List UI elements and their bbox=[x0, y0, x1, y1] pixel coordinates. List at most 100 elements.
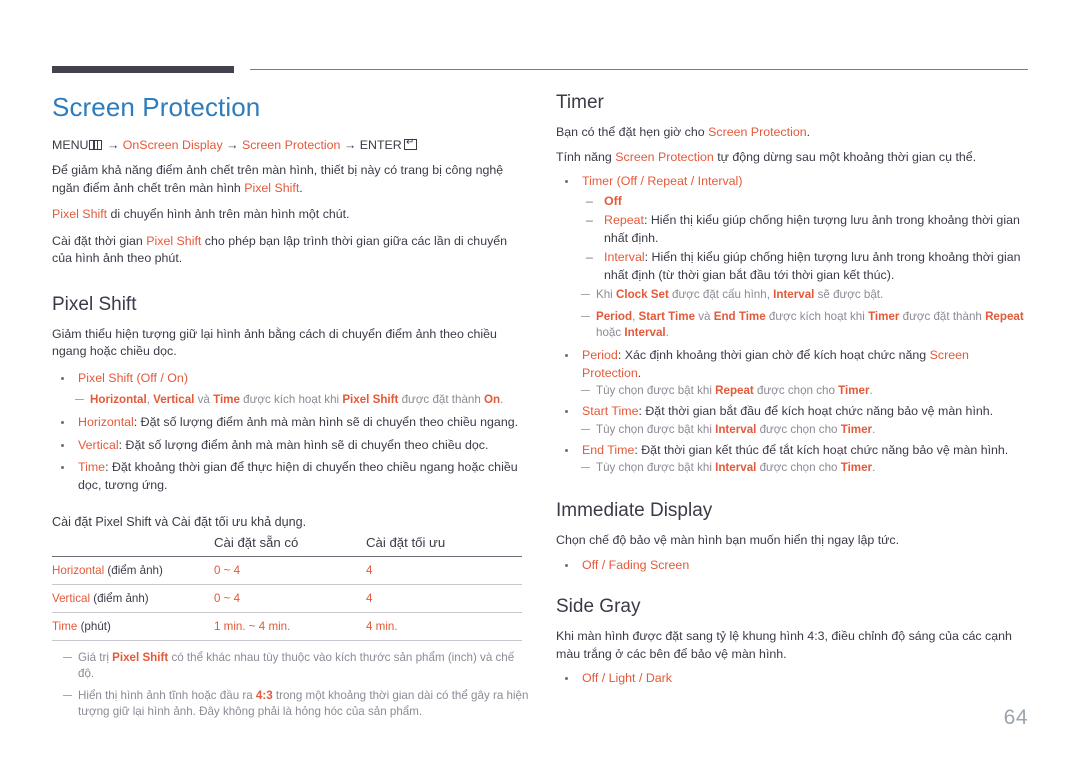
arrow-1: → bbox=[106, 138, 120, 152]
arrow-3: → bbox=[343, 138, 357, 152]
note-text-1: được kích hoạt khi bbox=[239, 393, 343, 406]
note-start-term-interval: Interval bbox=[715, 422, 757, 436]
intro-paragraph-1: Để giảm khả năng điểm ảnh chết trên màn … bbox=[52, 162, 530, 197]
list-item-timer-option: Timer (Off / Repeat / Interval) Off Repe… bbox=[556, 173, 1028, 284]
sub-option-interval-desc: : Hiển thị kiểu giúp chống hiện tượng lư… bbox=[604, 250, 1021, 282]
option-desc-start-time: : Đặt thời gian bắt đầu để kích hoạt chứ… bbox=[638, 404, 994, 418]
side-gray-description: Khi màn hình được đặt sang tỷ lệ khung h… bbox=[556, 629, 1012, 661]
note-period-sep-2: và bbox=[695, 310, 714, 323]
note-clock-term-interval: Interval bbox=[773, 288, 815, 301]
table-cell-name: Vertical (điểm ảnh) bbox=[52, 584, 214, 613]
note-end-a: Tùy chọn được bật khi bbox=[596, 461, 716, 474]
left-column: Screen Protection MENU → OnScreen Displa… bbox=[52, 92, 530, 726]
table-header-row: Cài đặt sẵn có Cài đặt tối ưu bbox=[52, 533, 522, 557]
note-period-term-interval: Interval bbox=[624, 326, 666, 339]
document-page: Screen Protection MENU → OnScreen Displa… bbox=[0, 0, 1080, 763]
pixel-shift-option-list: Pixel Shift (Off / On) bbox=[52, 370, 530, 388]
note-start-c: . bbox=[872, 422, 876, 436]
note-period-text-3: hoặc bbox=[596, 326, 625, 339]
note-clock-c: sẽ được bật. bbox=[814, 288, 884, 301]
note-period2-a: Tùy chọn được bật khi bbox=[596, 384, 716, 397]
note-period-text-2: được đặt thành bbox=[899, 310, 986, 323]
note-period2-b: được chọn cho bbox=[753, 384, 839, 397]
note-period-term-end-time: End Time bbox=[713, 310, 766, 323]
note-sep-2: và bbox=[194, 393, 214, 406]
sub-option-repeat-desc: : Hiển thị kiểu giúp chống hiện tượng lư… bbox=[604, 213, 1020, 245]
note-pixel-shift-activation: Horizontal, Vertical và Time được kích h… bbox=[52, 392, 530, 408]
timer-p2-a: Tính năng bbox=[556, 149, 616, 164]
row-name-vertical: Vertical bbox=[52, 592, 91, 605]
list-item-end-time: End Time: Đặt thời gian kết thúc để tắt … bbox=[556, 442, 1028, 460]
table-cell-available: 0 ~ 4 bbox=[214, 584, 366, 613]
list-item-side-gray-options: Off / Light / Dark bbox=[556, 670, 1028, 688]
note-start-b: được chọn cho bbox=[756, 422, 841, 436]
table-row: Time (phút) 1 min. ~ 4 min. 4 min. bbox=[52, 612, 522, 641]
row-name-time: Time bbox=[52, 620, 78, 633]
note-period-term-start-time: Start Time bbox=[638, 310, 696, 323]
note-text-3: . bbox=[500, 393, 504, 406]
note-clock-b: được đặt cấu hình, bbox=[668, 288, 774, 301]
note-period2-term-repeat: Repeat bbox=[715, 384, 754, 397]
section-heading-immediate-display: Immediate Display bbox=[556, 500, 713, 521]
list-item-time: Time: Đặt khoảng thời gian để thực hiện … bbox=[52, 459, 530, 494]
note-clock-a: Khi bbox=[596, 288, 616, 301]
option-desc-end-time: : Đặt thời gian kết thúc để tắt kích hoạ… bbox=[634, 442, 1009, 457]
sub-option-off: Off bbox=[604, 193, 622, 208]
note-static-highlight: 4:3 bbox=[255, 689, 273, 702]
arrow-2: → bbox=[226, 138, 239, 152]
note-values-a: Giá trị bbox=[78, 651, 113, 664]
intro2-highlight: Pixel Shift bbox=[52, 207, 108, 221]
option-name-pixel-shift: Pixel Shift bbox=[78, 370, 134, 385]
note-term-on: On bbox=[484, 393, 501, 406]
note-period-term-timer: Timer bbox=[868, 310, 900, 323]
timer-paragraph-1: Bạn có thể đặt hẹn giờ cho Screen Protec… bbox=[556, 124, 1028, 142]
side-gray-option-list: Off / Light / Dark bbox=[556, 670, 1028, 688]
section-heading-side-gray: Side Gray bbox=[556, 596, 641, 617]
page-title: Screen Protection bbox=[52, 92, 261, 122]
intro1-text-b: . bbox=[299, 180, 303, 195]
note-period2-term-timer: Timer bbox=[838, 384, 870, 397]
section-heading-pixel-shift: Pixel Shift bbox=[52, 293, 137, 315]
option-name-horizontal: Horizontal bbox=[78, 415, 134, 429]
table-cell-name: Horizontal (điểm ảnh) bbox=[52, 556, 214, 585]
note-term-pixel-shift: Pixel Shift bbox=[342, 393, 399, 406]
note-end-time-enabled: Tùy chọn được bật khi Interval được chọn… bbox=[556, 460, 1028, 476]
list-item-pixel-shift-option: Pixel Shift (Off / On) bbox=[52, 370, 530, 388]
note-period-text-1: được kích hoạt khi bbox=[765, 310, 869, 323]
menu-item-screen-protection[interactable]: Screen Protection bbox=[242, 138, 341, 152]
option-name-vertical: Vertical bbox=[78, 437, 119, 452]
note-end-b: được chọn cho bbox=[756, 461, 841, 474]
timer-p1-highlight: Screen Protection bbox=[708, 125, 807, 139]
table-cell-optimum: 4 bbox=[366, 584, 522, 613]
menu-path: MENU → OnScreen Display → Screen Protect… bbox=[52, 137, 530, 153]
row-name-horizontal: Horizontal bbox=[52, 564, 105, 577]
timer-p2-highlight: Screen Protection bbox=[615, 149, 714, 164]
sub-option-interval: Interval bbox=[604, 250, 645, 264]
table-header-available: Cài đặt sẵn có bbox=[214, 535, 299, 550]
note-end-term-timer: Timer bbox=[840, 461, 873, 474]
sub-option-repeat: Repeat bbox=[604, 213, 644, 227]
enter-label: ENTER bbox=[359, 138, 402, 152]
row-unit-horizontal: (điểm ảnh) bbox=[104, 564, 163, 577]
note-start-term-timer: Timer bbox=[840, 422, 873, 436]
section-heading-timer: Timer bbox=[556, 92, 604, 113]
row-unit-time: (phút) bbox=[77, 620, 111, 633]
note-term-horizontal: Horizontal bbox=[90, 393, 147, 406]
right-column: Timer Bạn có thể đặt hẹn giờ cho Screen … bbox=[556, 92, 1028, 693]
note-period-enabled: Tùy chọn được bật khi Repeat được chọn c… bbox=[556, 383, 1028, 399]
list-item-horizontal: Horizontal: Đặt số lượng điểm ảnh mà màn… bbox=[52, 414, 530, 432]
menu-item-onscreen-display[interactable]: OnScreen Display bbox=[123, 138, 223, 152]
sub-item-repeat: Repeat: Hiển thị kiểu giúp chống hiện tư… bbox=[582, 212, 1028, 247]
intro3-highlight: Pixel Shift bbox=[146, 233, 202, 248]
note-text-2: được đặt thành bbox=[398, 393, 485, 406]
table-lead-highlight: Pixel Shift bbox=[95, 515, 152, 529]
intro3-text-a: Cài đặt thời gian bbox=[52, 233, 147, 248]
note-period2-c: . bbox=[869, 384, 873, 397]
option-desc-vertical: : Đặt số lượng điểm ảnh mà màn hình sẽ d… bbox=[118, 437, 489, 452]
intro-paragraph-2: Pixel Shift di chuyển hình ảnh trên màn … bbox=[52, 206, 530, 224]
note-start-a: Tùy chọn được bật khi bbox=[596, 422, 716, 436]
immediate-display-option-list: Off / Fading Screen bbox=[556, 557, 1028, 575]
option-desc-period-a: : Xác định khoảng thời gian chờ để kích … bbox=[617, 348, 930, 362]
option-name-timer: Timer bbox=[582, 174, 614, 188]
option-name-start-time: Start Time bbox=[582, 404, 639, 418]
